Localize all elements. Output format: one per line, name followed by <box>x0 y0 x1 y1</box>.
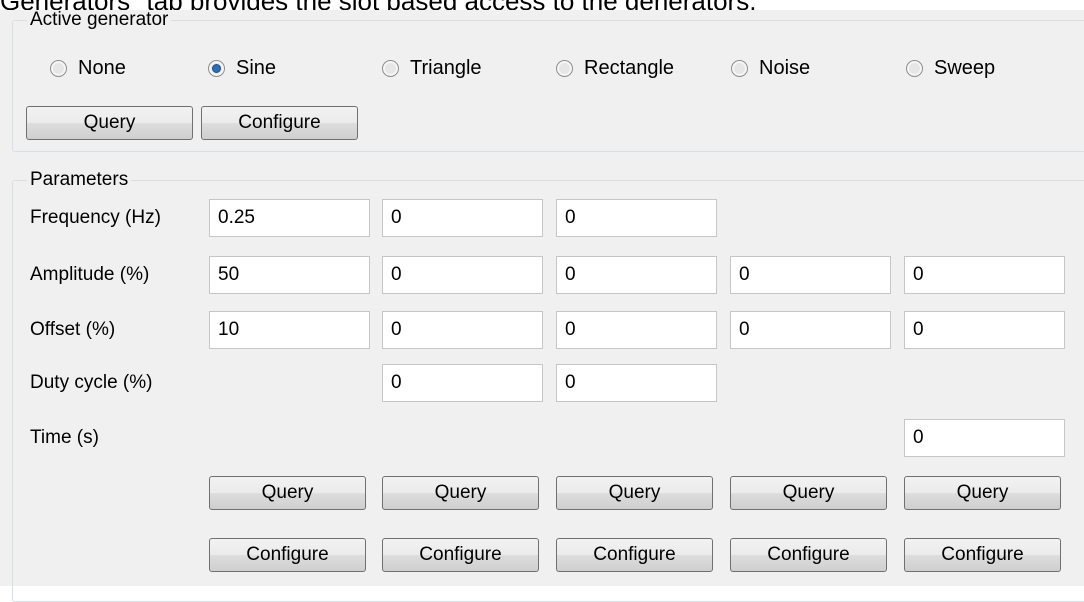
parameter-field[interactable] <box>730 256 891 294</box>
radio-indicator-icon[interactable] <box>382 59 399 77</box>
radio-indicator-icon[interactable] <box>50 59 67 77</box>
radio-indicator-icon[interactable] <box>208 59 225 77</box>
radio-label: Rectangle <box>584 56 675 79</box>
active-generator-legend: Active generator <box>27 10 172 30</box>
radio-label: Noise <box>759 56 811 79</box>
parameters-legend: Parameters <box>27 170 132 190</box>
parameter-label: Frequency (Hz) <box>30 207 161 228</box>
parameter-label: Time (s) <box>30 427 99 448</box>
slot-query-button[interactable]: Query <box>209 476 366 510</box>
parameter-field[interactable] <box>730 311 891 349</box>
parameter-field[interactable] <box>209 199 370 237</box>
radio-option-noise[interactable]: Noise <box>731 55 810 81</box>
slot-query-button[interactable]: Query <box>904 476 1061 510</box>
parameter-label: Duty cycle (%) <box>30 372 153 393</box>
slot-configure-button[interactable]: Configure <box>556 538 713 572</box>
slot-configure-button[interactable]: Configure <box>209 538 366 572</box>
active-generator-configure-button[interactable]: Configure <box>201 106 358 140</box>
parameter-field[interactable] <box>209 256 370 294</box>
radio-option-sine[interactable]: Sine <box>208 55 276 81</box>
slot-configure-button[interactable]: Configure <box>382 538 539 572</box>
slot-configure-button[interactable]: Configure <box>904 538 1061 572</box>
radio-label: Sweep <box>934 56 996 79</box>
parameter-field[interactable] <box>382 311 543 349</box>
slot-query-button[interactable]: Query <box>556 476 713 510</box>
radio-option-none[interactable]: None <box>50 55 126 81</box>
slot-query-button[interactable]: Query <box>382 476 539 510</box>
parameter-field[interactable] <box>556 199 717 237</box>
radio-indicator-icon[interactable] <box>556 59 573 77</box>
parameter-field[interactable] <box>382 199 543 237</box>
generators-panel: Active generator None Sine Triangle Rectang… <box>0 10 1084 602</box>
parameter-field[interactable] <box>382 256 543 294</box>
radio-label: Sine <box>236 56 277 79</box>
radio-indicator-icon[interactable] <box>731 59 748 77</box>
radio-label: Triangle <box>410 56 482 79</box>
parameter-field[interactable] <box>904 419 1065 457</box>
parameter-field[interactable] <box>556 256 717 294</box>
radio-option-rectangle[interactable]: Rectangle <box>556 55 674 81</box>
radio-indicator-icon[interactable] <box>906 59 923 77</box>
parameter-field[interactable] <box>556 364 717 402</box>
radio-option-triangle[interactable]: Triangle <box>382 55 482 81</box>
parameter-field[interactable] <box>904 256 1065 294</box>
slot-query-button[interactable]: Query <box>730 476 887 510</box>
parameter-field[interactable] <box>904 311 1065 349</box>
parameter-label: Amplitude (%) <box>30 264 150 285</box>
slot-configure-button[interactable]: Configure <box>730 538 887 572</box>
active-generator-query-button[interactable]: Query <box>26 106 193 140</box>
parameter-field[interactable] <box>209 311 370 349</box>
parameter-label: Offset (%) <box>30 319 116 340</box>
radio-option-sweep[interactable]: Sweep <box>906 55 995 81</box>
radio-label: None <box>78 56 126 79</box>
parameter-field[interactable] <box>382 364 543 402</box>
parameter-field[interactable] <box>556 311 717 349</box>
